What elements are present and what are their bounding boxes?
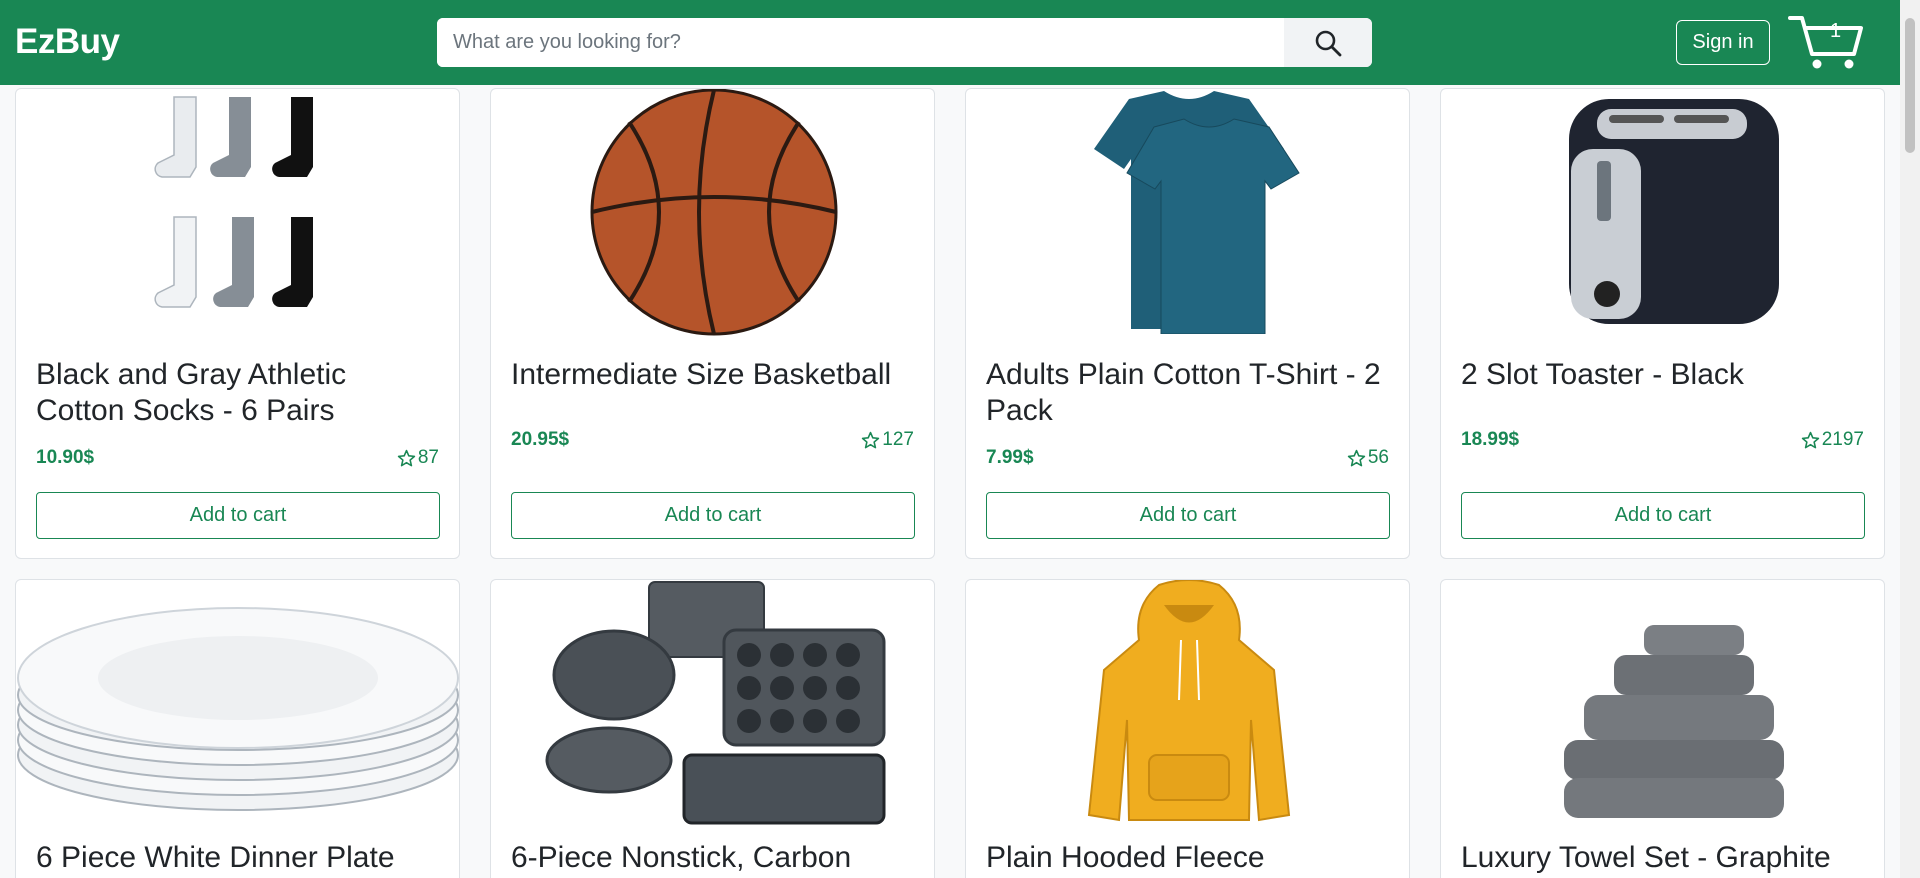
product-rating: 127 bbox=[861, 429, 914, 451]
product-card: 2 Slot Toaster - Black 18.99$ 2197 Add t… bbox=[1440, 88, 1885, 559]
product-price: 20.95$ bbox=[511, 429, 570, 450]
product-title[interactable]: Adults Plain Cotton T-Shirt - 2 Pack bbox=[986, 357, 1391, 429]
product-card: 6 Piece White Dinner Plate bbox=[15, 579, 460, 878]
product-rating: 2197 bbox=[1801, 429, 1864, 451]
product-title[interactable]: 6-Piece Nonstick, Carbon bbox=[511, 840, 916, 876]
product-title[interactable]: Luxury Towel Set - Graphite bbox=[1461, 840, 1866, 876]
hoodie-image[interactable] bbox=[966, 580, 1409, 825]
cart-count-badge: 1 bbox=[1830, 20, 1842, 42]
navbar: EzBuy Sign in 1 bbox=[0, 0, 1900, 85]
toaster-image[interactable] bbox=[1441, 89, 1884, 334]
tshirt-image[interactable] bbox=[966, 89, 1409, 334]
star-icon bbox=[397, 449, 416, 466]
rating-count: 56 bbox=[1367, 447, 1389, 468]
rating-count: 127 bbox=[882, 429, 914, 450]
page: EzBuy Sign in 1 bbox=[0, 0, 1920, 878]
add-to-cart-button[interactable]: Add to cart bbox=[1461, 492, 1865, 539]
product-card: Black and Gray Athletic Cotton Socks - 6… bbox=[15, 88, 460, 559]
product-card: Intermediate Size Basketball 20.95$ 127 … bbox=[490, 88, 935, 559]
basketball-image[interactable] bbox=[491, 89, 934, 335]
scrollbar[interactable] bbox=[1900, 0, 1920, 878]
towels-image[interactable] bbox=[1441, 580, 1884, 825]
product-price: 10.90$ bbox=[36, 447, 95, 468]
plates-image[interactable] bbox=[16, 580, 459, 825]
star-icon bbox=[862, 431, 880, 448]
product-title[interactable]: 6 Piece White Dinner Plate bbox=[36, 840, 441, 876]
add-to-cart-button[interactable]: Add to cart bbox=[36, 492, 440, 539]
star-icon bbox=[1801, 431, 1819, 448]
product-card: 6-Piece Nonstick, Carbon bbox=[490, 579, 935, 878]
signin-button[interactable]: Sign in bbox=[1676, 20, 1770, 65]
product-title[interactable]: Black and Gray Athletic Cotton Socks - 6… bbox=[36, 357, 441, 429]
product-price: 7.99$ bbox=[986, 447, 1034, 468]
product-price: 18.99$ bbox=[1461, 429, 1520, 450]
socks-image[interactable] bbox=[16, 89, 459, 334]
add-to-cart-button[interactable]: Add to cart bbox=[986, 492, 1390, 539]
product-title[interactable]: Plain Hooded Fleece bbox=[986, 840, 1391, 876]
product-rating: 87 bbox=[397, 447, 439, 469]
search-input[interactable] bbox=[437, 18, 1284, 67]
add-to-cart-button[interactable]: Add to cart bbox=[511, 492, 915, 539]
product-title[interactable]: 2 Slot Toaster - Black bbox=[1461, 357, 1866, 393]
star-icon bbox=[1347, 449, 1366, 466]
search-bar bbox=[437, 18, 1372, 67]
product-card: Adults Plain Cotton T-Shirt - 2 Pack 7.9… bbox=[965, 88, 1410, 559]
product-card: Luxury Towel Set - Graphite bbox=[1440, 579, 1885, 878]
cart-button[interactable]: 1 bbox=[1788, 14, 1864, 72]
search-icon bbox=[1315, 30, 1342, 56]
brand-logo[interactable]: EzBuy bbox=[15, 22, 120, 62]
product-rating: 56 bbox=[1347, 447, 1389, 469]
bakeware-image[interactable] bbox=[491, 580, 934, 825]
rating-count: 2197 bbox=[1821, 429, 1864, 450]
product-title[interactable]: Intermediate Size Basketball bbox=[511, 357, 916, 393]
search-button[interactable] bbox=[1284, 18, 1372, 67]
rating-count: 87 bbox=[417, 447, 439, 468]
scrollbar-thumb[interactable] bbox=[1905, 18, 1915, 153]
cart-icon bbox=[1788, 16, 1863, 69]
product-card: Plain Hooded Fleece bbox=[965, 579, 1410, 878]
